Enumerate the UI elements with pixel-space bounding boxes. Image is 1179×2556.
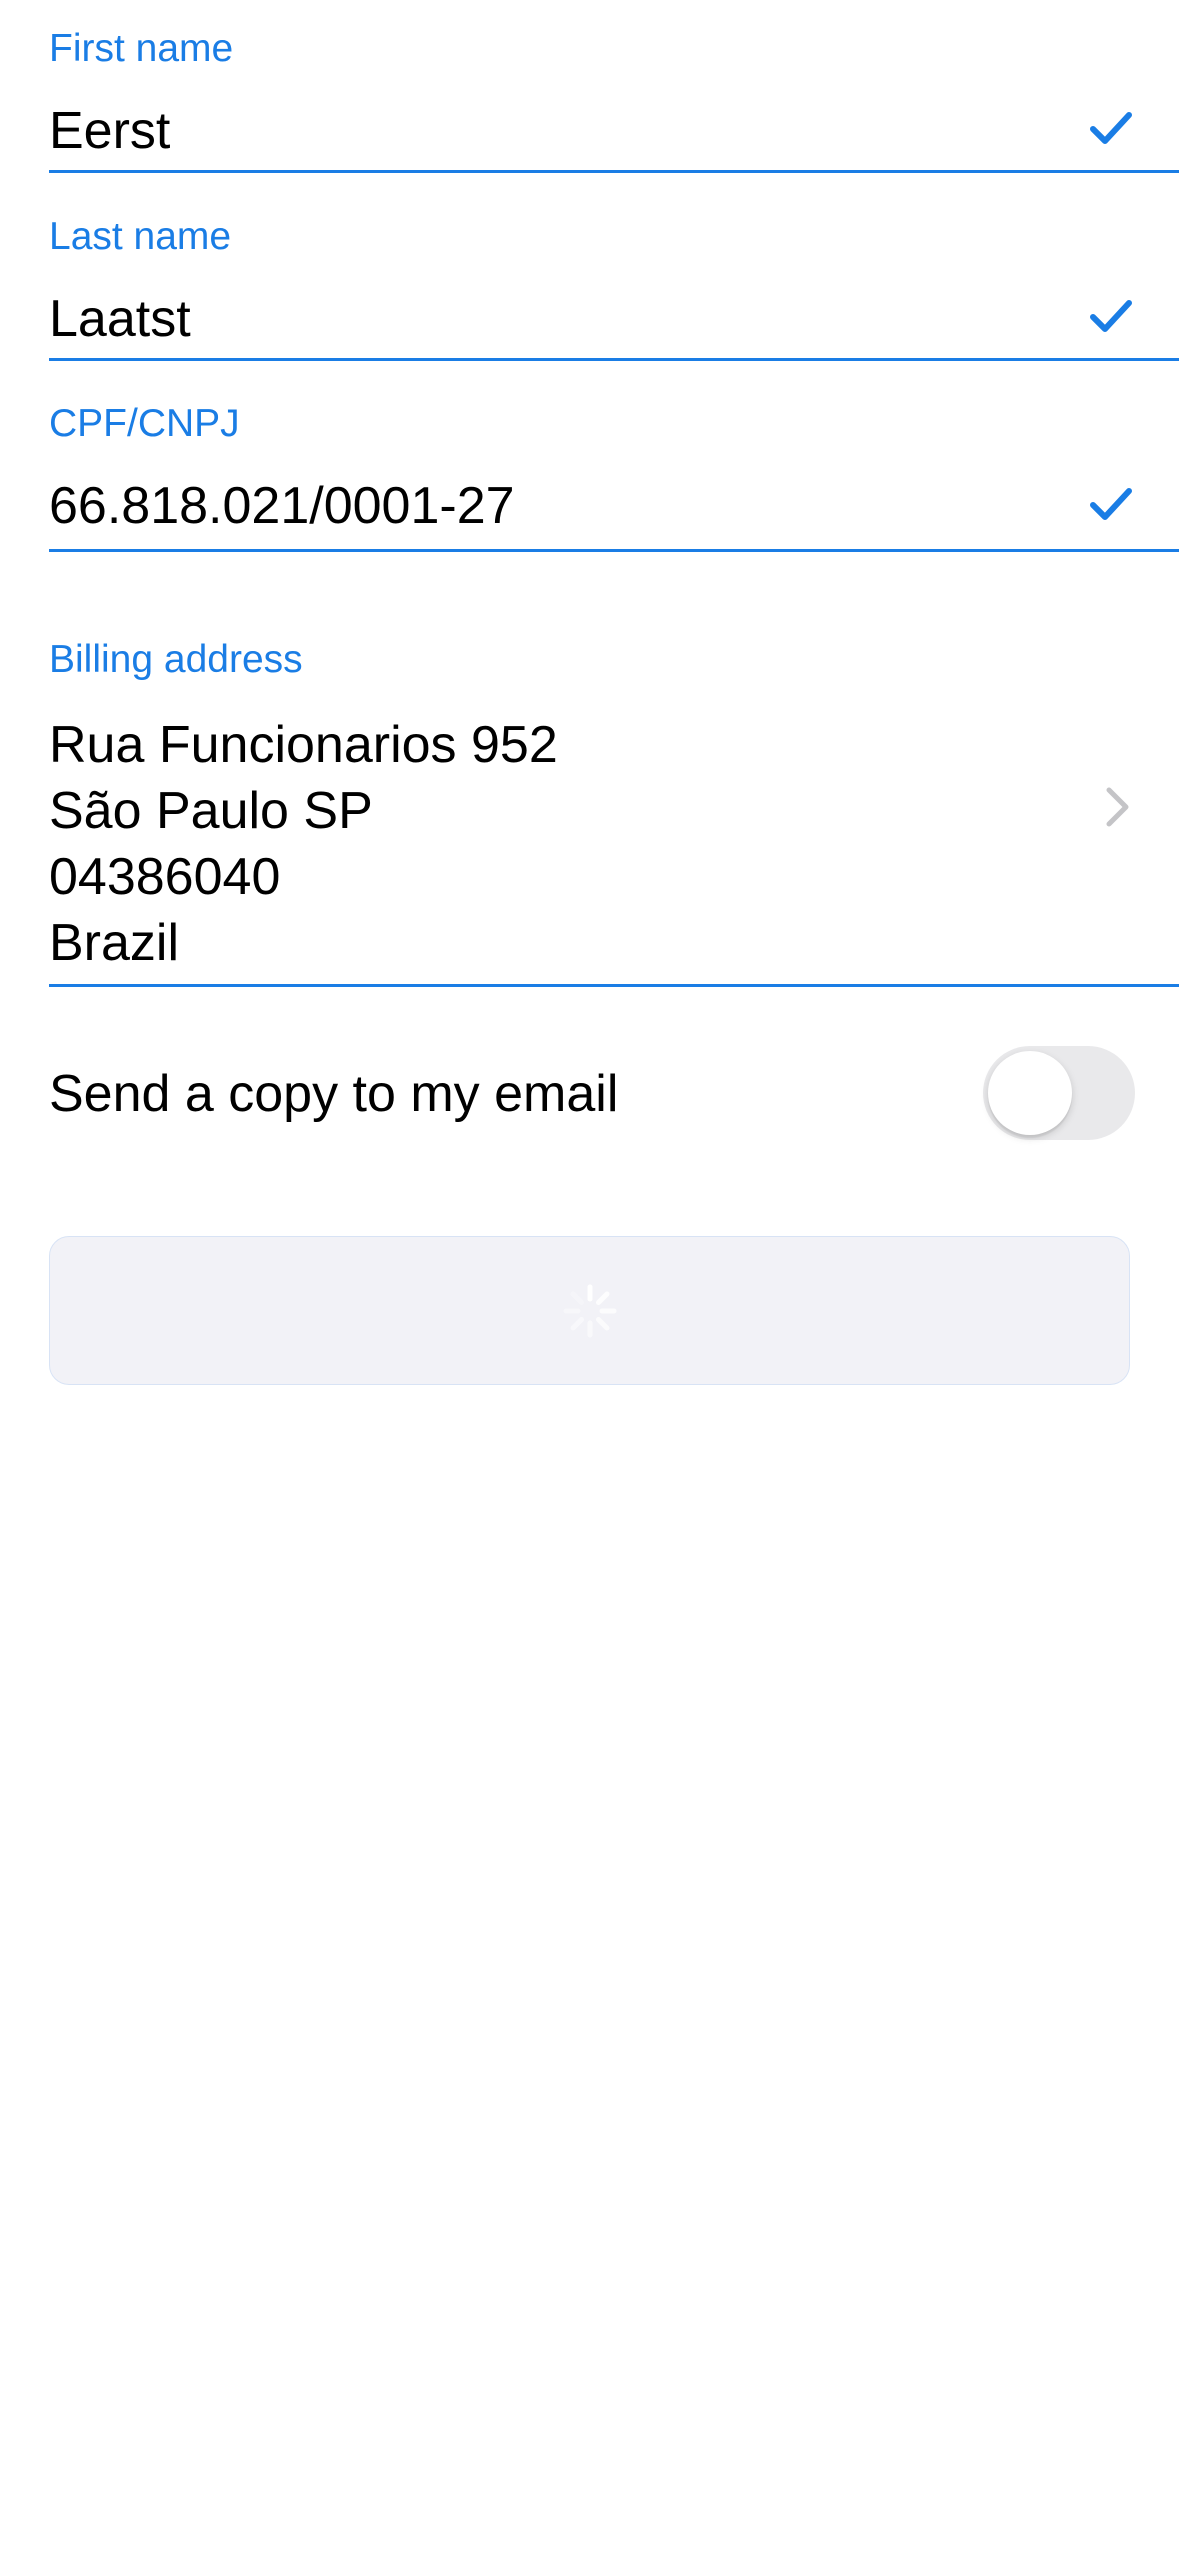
email-copy-label: Send a copy to my email <box>49 1065 619 1123</box>
submit-button[interactable] <box>49 1236 1130 1385</box>
address-line-country: Brazil <box>49 914 180 972</box>
last-name-input[interactable]: Laatst <box>49 293 191 345</box>
tax-id-label: CPF/CNPJ <box>49 402 240 445</box>
first-name-label: First name <box>49 27 234 70</box>
last-name-underline <box>49 358 1179 361</box>
last-name-field[interactable]: Last name Laatst <box>49 188 1179 368</box>
chevron-right-icon[interactable] <box>1105 786 1131 828</box>
first-name-field[interactable]: First name Eerst <box>49 0 1179 180</box>
tax-id-field[interactable]: CPF/CNPJ 66.818.021/0001-27 <box>49 376 1179 556</box>
checkmark-icon <box>1090 112 1132 144</box>
billing-address-value: Rua Funcionarios 952 São Paulo SP 043860… <box>49 712 558 976</box>
tax-id-underline <box>49 549 1179 552</box>
address-line-postal-code: 04386040 <box>49 848 281 906</box>
activity-spinner-icon <box>563 1284 617 1338</box>
email-copy-toggle[interactable] <box>983 1046 1135 1140</box>
last-name-label: Last name <box>49 215 232 258</box>
address-line-street: Rua Funcionarios 952 <box>49 716 558 774</box>
billing-address-label: Billing address <box>49 638 303 681</box>
billing-address-field[interactable]: Billing address Rua Funcionarios 952 São… <box>49 620 1179 990</box>
toggle-knob <box>988 1051 1072 1135</box>
first-name-input[interactable]: Eerst <box>49 105 170 157</box>
address-line-city: São Paulo SP <box>49 782 373 840</box>
billing-address-underline <box>49 984 1179 987</box>
checkmark-icon <box>1090 300 1132 332</box>
tax-id-input[interactable]: 66.818.021/0001-27 <box>49 480 515 532</box>
checkmark-icon <box>1090 488 1132 520</box>
first-name-underline <box>49 170 1179 173</box>
email-copy-row: Send a copy to my email <box>49 1030 1135 1160</box>
